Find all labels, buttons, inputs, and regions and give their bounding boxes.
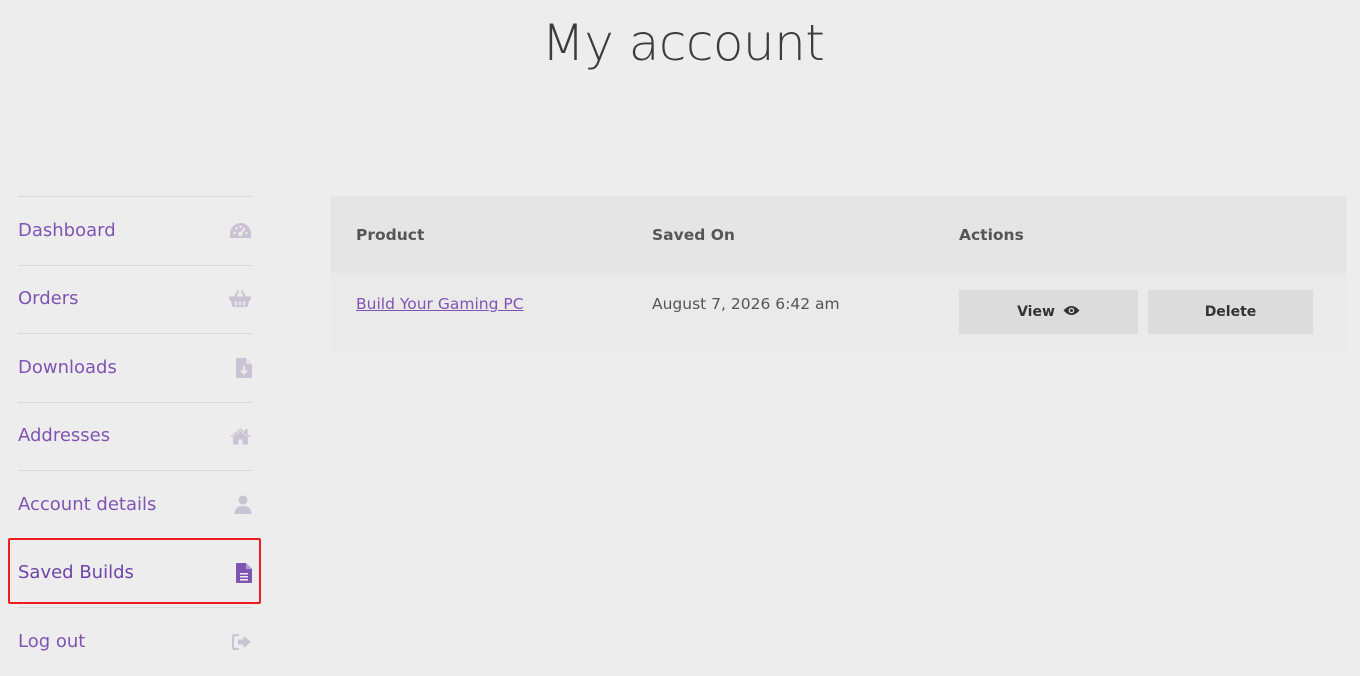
table-row: Build Your Gaming PC August 7, 2026 6:42… — [331, 273, 1347, 351]
home-icon — [228, 424, 252, 448]
user-icon — [228, 493, 252, 517]
delete-button[interactable]: Delete — [1148, 290, 1313, 334]
basket-icon — [228, 287, 252, 311]
dashboard-gauge-icon — [228, 219, 252, 243]
nav-label: Dashboard — [18, 219, 116, 241]
nav-item-orders[interactable]: Orders — [18, 266, 252, 334]
column-header-saved-on: Saved On — [652, 225, 735, 244]
nav-item-downloads[interactable]: Downloads — [18, 334, 252, 403]
nav-label: Log out — [18, 630, 86, 652]
nav-label: Orders — [18, 288, 79, 310]
nav-label: Account details — [18, 493, 157, 515]
file-download-icon — [228, 356, 252, 380]
nav-item-saved-builds[interactable]: Saved Builds — [18, 540, 252, 608]
column-header-product: Product — [356, 225, 425, 244]
saved-on-date: August 7, 2026 6:42 am — [652, 295, 840, 313]
eye-icon — [1063, 304, 1080, 320]
nav-label: Saved Builds — [18, 562, 134, 584]
table-header-row: Product Saved On Actions — [331, 196, 1347, 273]
view-button[interactable]: View — [959, 290, 1138, 334]
nav-label: Addresses — [18, 425, 111, 447]
nav-item-addresses[interactable]: Addresses — [18, 403, 252, 471]
nav-label: Downloads — [18, 356, 117, 378]
nav-item-dashboard[interactable]: Dashboard — [18, 197, 252, 266]
nav-item-account-details[interactable]: Account details — [18, 471, 252, 540]
my-account-page: My account Dashboard Orders Downloads Ad… — [0, 0, 1360, 676]
account-navigation: Dashboard Orders Downloads Addresses Acc… — [18, 196, 252, 676]
product-link[interactable]: Build Your Gaming PC — [356, 295, 524, 313]
saved-builds-table: Product Saved On Actions Build Your Gami… — [331, 196, 1347, 351]
sign-out-icon — [228, 630, 252, 654]
nav-item-log-out[interactable]: Log out — [18, 608, 252, 676]
document-icon — [228, 561, 252, 585]
view-button-label: View — [1017, 304, 1055, 320]
column-header-actions: Actions — [959, 225, 1024, 244]
page-title: My account — [541, 14, 825, 72]
